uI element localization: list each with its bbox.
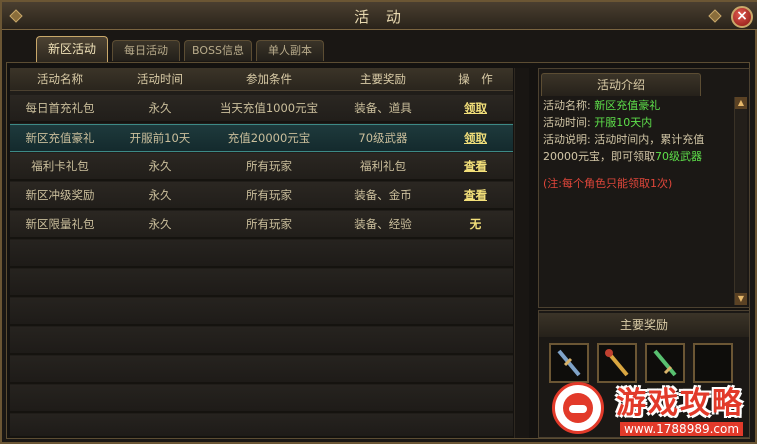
sword-icon: [557, 349, 581, 377]
table-row[interactable]: 新区限量礼包 永久 所有玩家 装备、经验 无: [10, 211, 513, 239]
table-divider: [514, 68, 529, 438]
activity-time: 永久: [148, 188, 172, 202]
activity-reward: 70级武器: [358, 131, 408, 145]
activity-name: 每日首充礼包: [25, 101, 95, 115]
reward-title: 主要奖励: [539, 313, 749, 337]
tab-daily[interactable]: 每日活动: [112, 40, 180, 61]
activity-reward: 装备、金币: [354, 188, 412, 202]
empty-row: [10, 385, 513, 413]
reward-slot[interactable]: [597, 343, 637, 383]
info-body: 活动名称: 新区充值豪礼 活动时间: 开服10天内 活动说明: 活动时间内，累计…: [543, 97, 731, 192]
action-status: 无: [469, 217, 482, 231]
column-header: 主要奖励: [360, 72, 406, 86]
close-icon: ×: [736, 8, 748, 24]
view-link[interactable]: 查看: [464, 158, 487, 174]
empty-row: [10, 414, 513, 438]
watermark-url: www.1788989.com: [620, 422, 744, 436]
activity-name: 新区充值豪礼: [25, 131, 95, 145]
tab-boss-info[interactable]: BOSS信息: [184, 40, 252, 61]
window-title: 活 动: [354, 8, 407, 26]
activity-table: 活动名称 活动时间 参加条件 主要奖励 操 作 每日首充礼包 永久 当天充值10…: [10, 68, 513, 438]
watermark-text: 游戏攻略: [616, 386, 744, 421]
tab-new-server[interactable]: 新区活动: [36, 36, 108, 62]
reward-slot[interactable]: [645, 343, 685, 383]
column-header: 参加条件: [246, 72, 292, 86]
table-row[interactable]: 新区充值豪礼 开服前10天 充值20000元宝 70级武器 领取: [10, 124, 513, 152]
claim-link[interactable]: 领取: [464, 100, 487, 116]
title-bar: 活 动 ×: [2, 2, 757, 30]
activity-condition: 当天充值1000元宝: [219, 101, 319, 115]
info-desc-label: 活动说明:: [543, 133, 591, 146]
table-row[interactable]: 福利卡礼包 永久 所有玩家 福利礼包 查看: [10, 153, 513, 181]
close-button[interactable]: ×: [731, 6, 753, 28]
activity-condition: 所有玩家: [246, 159, 292, 173]
activity-reward: 装备、道具: [354, 101, 412, 115]
scroll-down-icon[interactable]: ▼: [735, 293, 747, 305]
ornament-icon: [708, 9, 722, 23]
activity-time: 永久: [148, 217, 172, 231]
tab-solo-dungeon[interactable]: 单人副本: [256, 40, 324, 61]
scroll-up-icon[interactable]: ▲: [735, 97, 747, 109]
table-row[interactable]: 每日首充礼包 永久 当天充值1000元宝 装备、道具 领取: [10, 95, 513, 123]
activity-time: 开服前10天: [129, 131, 191, 145]
empty-row: [10, 240, 513, 268]
activity-info-panel: 活动介绍 活动名称: 新区充值豪礼 活动时间: 开服10天内 活动说明: 活动时…: [538, 68, 750, 308]
info-time-value: 开服10天内: [594, 116, 653, 129]
info-name-label: 活动名称:: [543, 99, 591, 112]
gamepad-logo-icon: [552, 382, 604, 434]
activity-time: 永久: [148, 159, 172, 173]
blade-icon: [653, 349, 677, 377]
claim-link[interactable]: 领取: [464, 130, 487, 146]
info-scrollbar[interactable]: ▲ ▼: [734, 97, 747, 305]
activity-reward: 装备、经验: [354, 217, 412, 231]
reward-slot-empty[interactable]: [693, 343, 733, 383]
activity-condition: 所有玩家: [246, 217, 292, 231]
activity-name: 新区冲级奖励: [25, 188, 95, 202]
view-link[interactable]: 查看: [464, 187, 487, 203]
activity-time: 永久: [148, 101, 172, 115]
empty-row: [10, 327, 513, 355]
column-header: 操 作: [458, 72, 493, 86]
table-header: 活动名称 活动时间 参加条件 主要奖励 操 作: [10, 68, 513, 91]
info-desc-highlight: 70级武器: [655, 150, 702, 163]
column-header: 活动时间: [137, 72, 183, 86]
activity-reward: 福利礼包: [360, 159, 406, 173]
info-tab[interactable]: 活动介绍: [541, 73, 701, 96]
info-name-value: 新区充值豪礼: [594, 99, 661, 112]
empty-row: [10, 356, 513, 384]
info-time-label: 活动时间:: [543, 116, 591, 129]
activity-name: 新区限量礼包: [25, 217, 95, 231]
activity-condition: 充值20000元宝: [227, 131, 311, 145]
activity-condition: 所有玩家: [246, 188, 292, 202]
reward-slot[interactable]: [549, 343, 589, 383]
activity-name: 福利卡礼包: [31, 159, 89, 173]
table-row[interactable]: 新区冲级奖励 永久 所有玩家 装备、金币 查看: [10, 182, 513, 210]
staff-icon: [605, 349, 629, 377]
watermark: 游戏攻略 www.1788989.com: [548, 378, 753, 442]
empty-row: [10, 298, 513, 326]
empty-row: [10, 269, 513, 297]
info-note: (注:每个角色只能领取1次): [543, 177, 673, 190]
column-header: 活动名称: [37, 72, 83, 86]
